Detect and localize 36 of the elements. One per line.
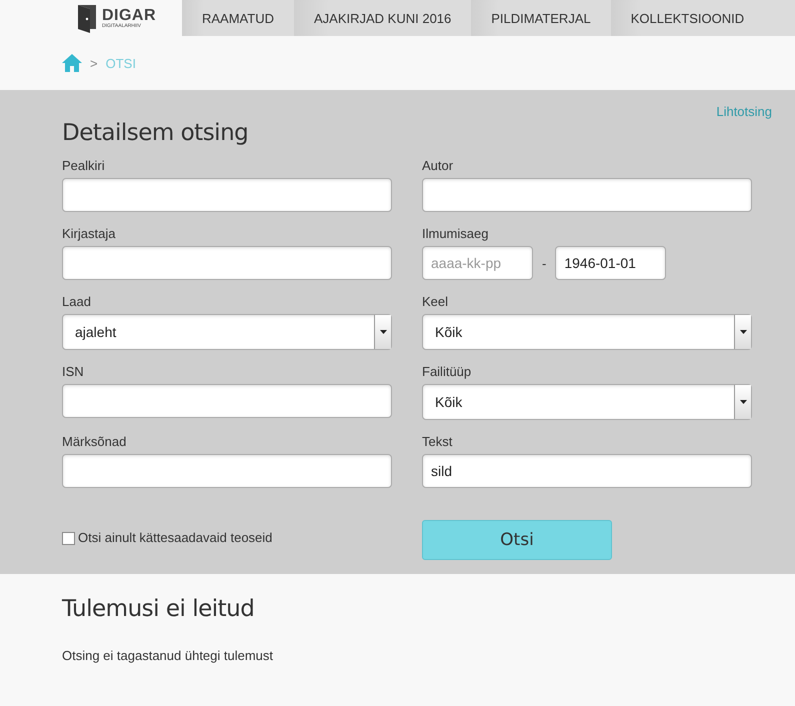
date-separator: - (542, 256, 546, 270)
text-field[interactable] (62, 246, 392, 280)
field-label: Märksõnad (62, 434, 128, 449)
results-message: Otsing ei tagastanud ühtegi tulemust (62, 648, 274, 663)
breadcrumb-separator: > (90, 56, 98, 70)
date-to-field[interactable]: 1946-01-01 (555, 246, 666, 280)
select-field[interactable]: Kõik (422, 384, 752, 420)
dropdown-arrow-icon (740, 330, 746, 334)
field-label: Autor (422, 158, 454, 173)
select-field[interactable]: ajaleht (62, 314, 392, 350)
field-label: Pealkiri (62, 158, 106, 173)
select-field[interactable]: Kõik (422, 314, 752, 350)
results-title: Tulemusi ei leitud (62, 596, 256, 622)
text-field[interactable]: sild (422, 454, 752, 488)
text-field[interactable] (62, 384, 392, 418)
available-only-checkbox[interactable]: Otsi ainult kättesaadavaid teoseid (62, 530, 392, 560)
form-title: Detailsem otsing (62, 120, 250, 146)
field-label: Keel (422, 294, 450, 309)
dropdown-arrow-icon (740, 400, 746, 404)
field-label: Tekst (422, 434, 454, 449)
door-logo-icon (76, 3, 98, 33)
dropdown-arrow-icon (380, 330, 386, 334)
text-field[interactable] (62, 178, 392, 212)
home-icon[interactable] (62, 54, 82, 72)
field-label: ISN (62, 364, 85, 379)
field-label: Kirjastaja (62, 226, 116, 241)
logo-name: DIGAR (102, 8, 156, 24)
field-label: Ilmumisaeg (422, 226, 490, 241)
breadcrumb-current: OTSI (106, 56, 136, 70)
field-label: Laad (62, 294, 92, 309)
search-button[interactable]: Otsi (422, 520, 612, 560)
text-field[interactable] (422, 178, 752, 212)
nav-tab[interactable]: AJAKIRJAD KUNI 2016 (294, 0, 472, 36)
date-from-field[interactable]: aaaa-kk-pp (422, 246, 533, 280)
field-label: Failitüüp (422, 364, 472, 379)
text-field[interactable] (62, 454, 392, 488)
